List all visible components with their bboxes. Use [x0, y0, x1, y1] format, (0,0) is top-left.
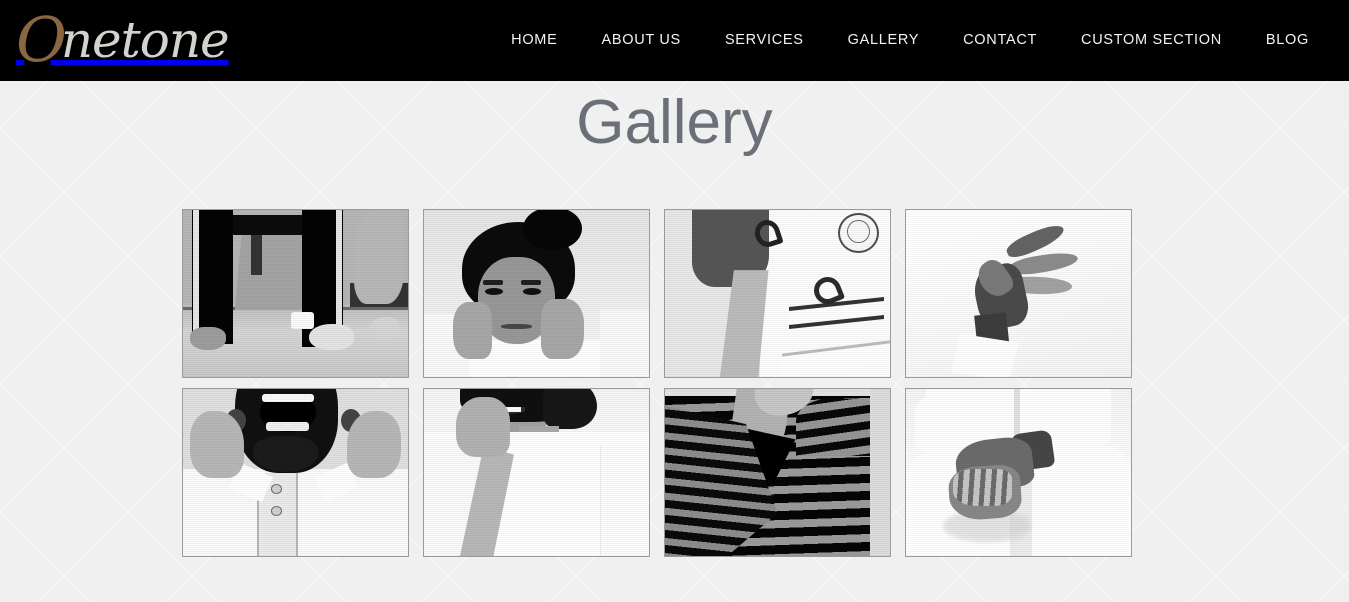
gallery-section	[182, 209, 1349, 579]
nav-item-blog[interactable]: BLOG	[1244, 0, 1331, 81]
site-logo-rest: netone	[60, 11, 230, 69]
gallery-item[interactable]	[664, 388, 891, 557]
page-title: Gallery	[576, 88, 773, 157]
site-logo-initial: O	[16, 3, 67, 76]
gallery-item[interactable]	[905, 388, 1132, 557]
gallery-image-3	[665, 210, 890, 377]
site-logo[interactable]: Onetone	[16, 4, 230, 76]
gallery-image-6	[424, 389, 649, 556]
gallery-item[interactable]	[664, 209, 891, 378]
nav-item-about-us[interactable]: ABOUT US	[579, 0, 702, 81]
gallery-image-8	[906, 389, 1131, 556]
gallery-image-7	[665, 389, 890, 556]
gallery-item[interactable]	[423, 209, 650, 378]
gallery-item[interactable]	[905, 209, 1132, 378]
gallery-image-4	[906, 210, 1131, 377]
nav-item-gallery[interactable]: GALLERY	[826, 0, 942, 81]
gallery-grid	[182, 209, 1349, 557]
gallery-item[interactable]	[182, 388, 409, 557]
gallery-image-5	[183, 389, 408, 556]
site-header: Onetone HOME ABOUT US SERVICES GALLERY C…	[0, 0, 1349, 81]
main-navigation: HOME ABOUT US SERVICES GALLERY CONTACT C…	[489, 0, 1331, 81]
nav-item-home[interactable]: HOME	[489, 0, 579, 81]
gallery-image-2	[424, 210, 649, 377]
gallery-overflow-spacer	[1146, 209, 1349, 378]
site-logo-text: Onetone	[16, 9, 230, 71]
nav-item-services[interactable]: SERVICES	[703, 0, 826, 81]
gallery-item[interactable]	[182, 209, 409, 378]
nav-item-contact[interactable]: CONTACT	[941, 0, 1059, 81]
gallery-item[interactable]	[423, 388, 650, 557]
gallery-image-1	[183, 210, 408, 377]
nav-item-custom-section[interactable]: CUSTOM SECTION	[1059, 0, 1244, 81]
